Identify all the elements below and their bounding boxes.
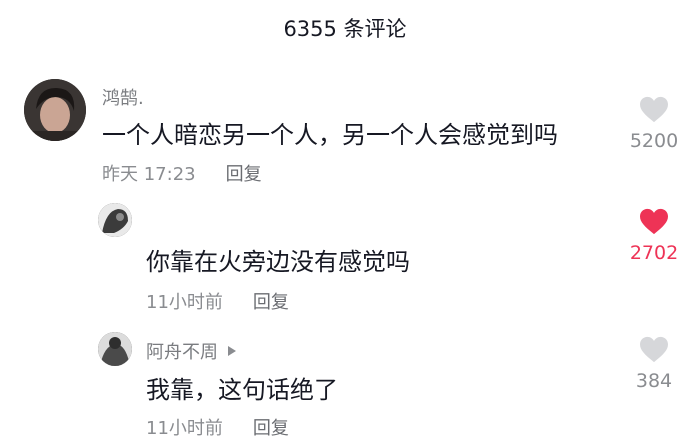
reply-time: 11小时前	[146, 292, 223, 313]
like-count: 5200	[629, 130, 679, 152]
reply-text: 我靠，这句话绝了	[146, 376, 338, 404]
like-button[interactable]: 5200	[624, 96, 684, 152]
comments-header: 6355 条评论	[0, 0, 690, 56]
heart-filled-icon[interactable]	[639, 208, 669, 236]
avatar-image	[98, 332, 132, 366]
avatar-image	[98, 203, 132, 237]
avatar-image	[24, 79, 86, 141]
like-button[interactable]: 384	[624, 336, 684, 392]
avatar[interactable]	[24, 79, 86, 141]
comment-author[interactable]: 鸿鹄.	[102, 84, 144, 110]
comment-meta: 昨天 17:23 回复	[102, 160, 262, 186]
reply-text: 你靠在火旁边没有感觉吗	[146, 248, 410, 276]
avatar[interactable]	[98, 332, 132, 366]
reply-button[interactable]: 回复	[253, 288, 289, 314]
reply-meta: 11小时前 回复	[146, 288, 289, 314]
like-count: 2702	[629, 242, 679, 264]
reply-button[interactable]: 回复	[226, 160, 262, 186]
like-button[interactable]: 2702	[624, 208, 684, 264]
like-count: 384	[635, 370, 673, 392]
avatar[interactable]	[98, 203, 132, 237]
reply-time: 11小时前	[146, 418, 223, 439]
comment-time: 昨天 17:23	[102, 164, 196, 185]
play-triangle-icon	[228, 346, 236, 356]
reply-button[interactable]: 回复	[253, 414, 289, 440]
heart-outline-icon[interactable]	[639, 336, 669, 364]
comment-text: 一个人暗恋另一个人，另一个人会感觉到吗	[102, 121, 558, 149]
reply-meta: 11小时前 回复	[146, 414, 289, 440]
heart-outline-icon[interactable]	[639, 96, 669, 124]
comment-count-title: 6355 条评论	[283, 17, 407, 41]
reply-author[interactable]: 阿舟不周	[146, 338, 236, 364]
